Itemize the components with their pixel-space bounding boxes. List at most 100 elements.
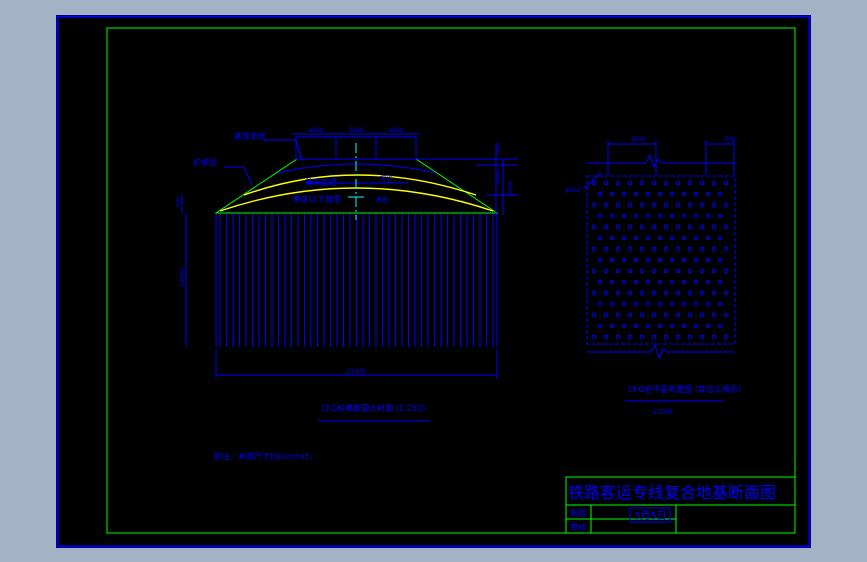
plan-pile-dot bbox=[705, 279, 711, 285]
plan-pile-dot bbox=[651, 180, 657, 186]
plan-pile-dot bbox=[723, 268, 729, 274]
pile-group bbox=[219, 213, 494, 347]
plan-pile-dot bbox=[675, 334, 681, 340]
plan-pile-dot bbox=[621, 257, 627, 263]
top-dim-box-left bbox=[295, 136, 337, 160]
plan-pile-dot bbox=[633, 235, 639, 241]
label-embankment: 基床以下路堤 bbox=[293, 194, 341, 204]
plan-pile-dot bbox=[591, 202, 597, 208]
plan-pile-dot bbox=[693, 213, 699, 219]
plan-pile-dot bbox=[669, 257, 675, 263]
plan-pile-dot bbox=[711, 224, 717, 230]
plan-pile-dot bbox=[723, 312, 729, 318]
plan-pile-dot bbox=[657, 213, 663, 219]
plan-pile-dot bbox=[657, 279, 663, 285]
plan-pile-dot bbox=[699, 268, 705, 274]
plan-pile-dot bbox=[669, 213, 675, 219]
plan-pile-dot bbox=[717, 257, 723, 263]
plan-pile-dot bbox=[639, 334, 645, 340]
plan-pile-dot bbox=[603, 312, 609, 318]
plan-pile-dot bbox=[609, 301, 615, 307]
plan-pile-dot bbox=[591, 312, 597, 318]
label-slope: 坡顶 bbox=[380, 174, 392, 182]
plan-pile-dot bbox=[633, 257, 639, 263]
layer-line-top bbox=[277, 163, 437, 174]
plan-pile-dot bbox=[669, 235, 675, 241]
plan-pile-dot bbox=[603, 224, 609, 230]
plan-pile-dot bbox=[597, 323, 603, 329]
plan-pile-dot bbox=[651, 312, 657, 318]
plan-pile-dot bbox=[597, 235, 603, 241]
plan-pile-dot bbox=[663, 180, 669, 186]
drawing-note: 附注：本图尺寸均以mm计。 bbox=[214, 451, 318, 461]
plan-pile-dot bbox=[621, 235, 627, 241]
plan-pile-dot bbox=[639, 202, 645, 208]
label-bottom-layer: 基床底层 bbox=[305, 177, 337, 187]
plan-pile-dot bbox=[711, 202, 717, 208]
plan-pile-dot bbox=[621, 323, 627, 329]
plan-pile-dot bbox=[717, 191, 723, 197]
title-block-row1-value: 3月5日 bbox=[634, 510, 667, 522]
plan-pile-dot bbox=[723, 180, 729, 186]
plan-pile-dot bbox=[717, 213, 723, 219]
side-dim-2: 2300 bbox=[496, 171, 502, 185]
plan-pile-dot bbox=[597, 279, 603, 285]
plan-pile-dot bbox=[633, 191, 639, 197]
plan-pile-dot bbox=[687, 268, 693, 274]
plan-pile-dot bbox=[645, 213, 651, 219]
plan-pile-dot bbox=[597, 257, 603, 263]
plan-pile-dot bbox=[591, 268, 597, 274]
plan-pile-dot bbox=[675, 268, 681, 274]
plan-pile-dot bbox=[723, 224, 729, 230]
plan-pile-dot bbox=[621, 279, 627, 285]
plan-pile-dot bbox=[705, 213, 711, 219]
label-base-layer: 基床表层 bbox=[234, 131, 266, 141]
plan-pile-dot bbox=[663, 246, 669, 252]
plan-pile-dot bbox=[717, 235, 723, 241]
plan-pile-dot bbox=[627, 246, 633, 252]
plan-pile-dot bbox=[609, 257, 615, 263]
cad-drawing: 4000 3000 4000 800 2300 5000 500 16000 3… bbox=[56, 15, 811, 548]
drawing-border bbox=[106, 27, 796, 534]
plan-pile-dot bbox=[657, 301, 663, 307]
plan-pile-dot bbox=[663, 312, 669, 318]
plan-pile-dot bbox=[615, 268, 621, 274]
plan-pile-dot bbox=[615, 246, 621, 252]
plan-pile-dot bbox=[669, 301, 675, 307]
plan-pile-dot bbox=[663, 202, 669, 208]
plan-pile-dot bbox=[681, 191, 687, 197]
plan-pile-dot bbox=[705, 301, 711, 307]
cad-viewport[interactable]: 4000 3000 4000 800 2300 5000 500 16000 3… bbox=[56, 15, 811, 548]
plan-pile-dot bbox=[615, 290, 621, 296]
plan-pile-dot bbox=[603, 290, 609, 296]
plan-pile-dot bbox=[675, 312, 681, 318]
title-block-row1-label: 制图 bbox=[570, 508, 586, 518]
plan-pile-dot bbox=[669, 191, 675, 197]
plan-pile-dot bbox=[609, 323, 615, 329]
plan-pile-dot bbox=[591, 290, 597, 296]
side-dim-1: 800 bbox=[496, 142, 502, 153]
plan-pile-dot bbox=[603, 334, 609, 340]
plan-pile-dot bbox=[639, 180, 645, 186]
title-block-title: 铁路客运专线复合地基断面图 bbox=[568, 483, 776, 502]
plan-pile-dot bbox=[699, 312, 705, 318]
label-subgrade: 路基 bbox=[376, 196, 388, 204]
plan-pile-dot bbox=[627, 290, 633, 296]
plan-pile-dot bbox=[639, 268, 645, 274]
plan-pile-dot bbox=[693, 301, 699, 307]
plan-pile-dot bbox=[591, 246, 597, 252]
plan-pile-dot bbox=[687, 312, 693, 318]
plan-pile-dot bbox=[693, 191, 699, 197]
plan-pile-dot bbox=[681, 279, 687, 285]
plan-pile-dot bbox=[663, 268, 669, 274]
plan-pile-dot bbox=[597, 301, 603, 307]
plan-pile-dot bbox=[699, 290, 705, 296]
plan-pile-dot bbox=[693, 257, 699, 263]
plan-pile-dot bbox=[687, 180, 693, 186]
plan-pile-dot bbox=[615, 202, 621, 208]
plan-pile-dot bbox=[711, 268, 717, 274]
plan-pile-dot bbox=[675, 180, 681, 186]
plan-pile-dot bbox=[657, 257, 663, 263]
plan-pile-dot bbox=[675, 202, 681, 208]
plan-pile-dot bbox=[663, 334, 669, 340]
